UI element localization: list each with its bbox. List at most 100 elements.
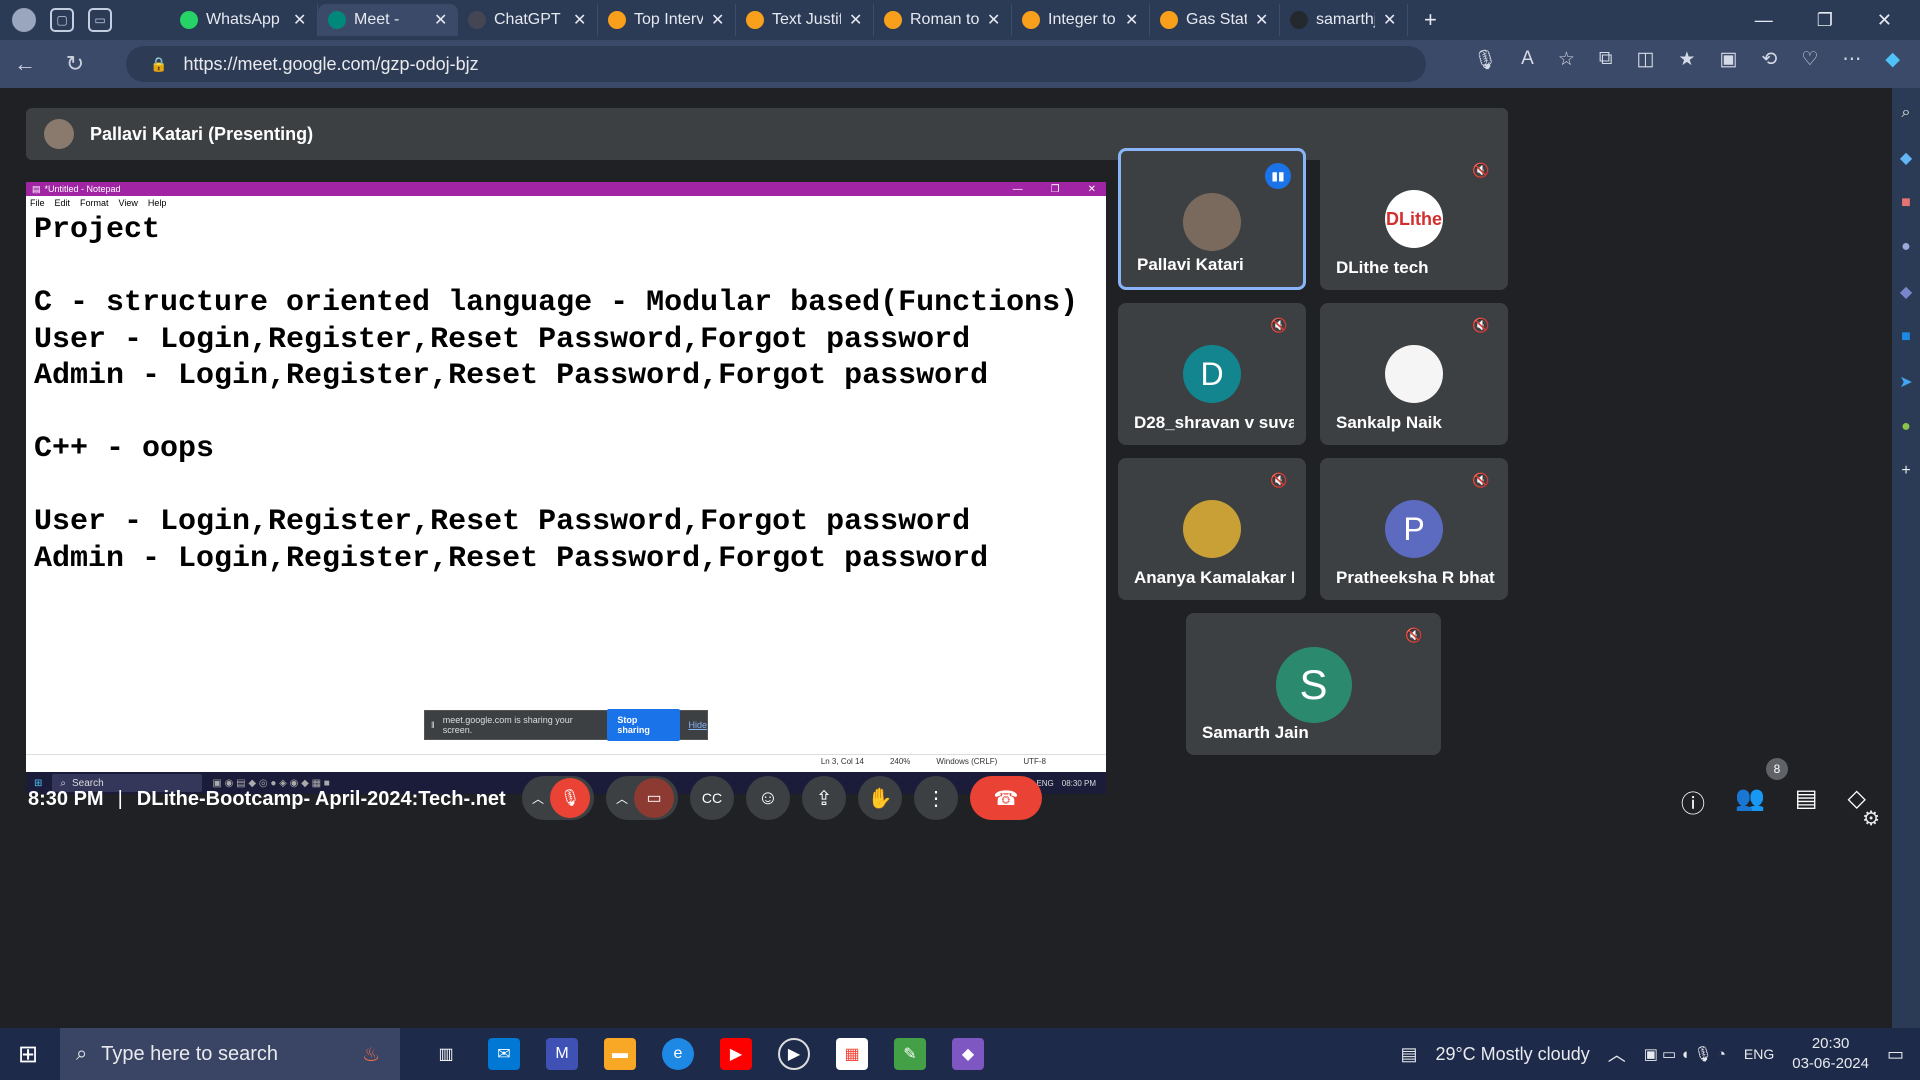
people-icon[interactable]: 👥 <box>1735 784 1765 819</box>
notepad-menu-item[interactable]: File <box>30 198 45 208</box>
address-bar-row: ← ↻ 🔒 https://meet.google.com/gzp-odoj-b… <box>0 40 1920 88</box>
close-tab-icon[interactable]: ✕ <box>293 10 307 30</box>
performance-icon[interactable]: ♡ <box>1801 48 1818 72</box>
camera-off-icon[interactable]: ▭ <box>634 778 674 818</box>
browser-tab[interactable]: ChatGPT ✕ <box>458 4 598 36</box>
browser-tab[interactable]: WhatsApp ✕ <box>170 4 318 36</box>
tab-actions-icon[interactable]: ▭ <box>88 8 112 32</box>
add-icon[interactable]: + <box>1901 462 1910 480</box>
search-icon[interactable]: ⌕ <box>1902 104 1911 122</box>
tree-icon[interactable]: ● <box>1901 418 1911 436</box>
close-tab-icon[interactable]: ✕ <box>711 10 725 30</box>
weather-icon[interactable]: ▤ <box>1400 1044 1417 1065</box>
editor-icon[interactable]: M <box>546 1038 578 1070</box>
read-aloud-icon[interactable]: A <box>1521 48 1534 72</box>
copilot-icon[interactable]: ◆ <box>1885 48 1900 72</box>
hide-link[interactable]: Hide <box>688 720 707 730</box>
more-options-icon[interactable]: ⋮ <box>914 776 958 820</box>
mic-icon[interactable]: 🎙 <box>1473 48 1497 72</box>
tag-icon[interactable]: ◆ <box>1900 148 1912 168</box>
info-icon[interactable]: ⓘ <box>1681 784 1705 819</box>
notes-icon[interactable]: ✎ <box>894 1038 926 1070</box>
favorite-star-icon[interactable]: ☆ <box>1558 48 1575 72</box>
language[interactable]: ENG <box>1744 1046 1774 1062</box>
browser-tab[interactable]: Roman to In ✕ <box>874 4 1012 36</box>
notepad-menu-item[interactable]: Help <box>148 198 167 208</box>
file-explorer-icon[interactable]: ▬ <box>604 1038 636 1070</box>
chevron-up-icon[interactable]: ︿ <box>616 790 628 807</box>
store-icon[interactable]: ▦ <box>836 1038 868 1070</box>
chevron-up-icon[interactable]: ︿ <box>532 790 544 807</box>
new-tab-icon[interactable]: + <box>1424 7 1437 33</box>
mail-icon[interactable]: ✉ <box>488 1038 520 1070</box>
close-tab-icon[interactable]: ✕ <box>987 10 1001 30</box>
back-icon[interactable]: ← <box>0 51 50 77</box>
close-tab-icon[interactable]: ✕ <box>1255 10 1269 30</box>
browser-tab[interactable]: Text Justifica ✕ <box>736 4 874 36</box>
minimize-icon[interactable]: — <box>1755 10 1773 31</box>
refresh-icon[interactable]: ↻ <box>50 51 100 77</box>
url-field[interactable]: 🔒 https://meet.google.com/gzp-odoj-bjz <box>126 46 1426 82</box>
browser-tab[interactable]: Meet - ✕ <box>318 4 458 36</box>
copilot-side-icon[interactable]: ◆ <box>1900 282 1912 302</box>
split-screen-icon[interactable]: ◫ <box>1636 48 1654 72</box>
clock[interactable]: 20:30 03-06-2024 <box>1792 1034 1869 1074</box>
emoji-icon[interactable]: ☺ <box>746 776 790 820</box>
mic-toggle[interactable]: ︿ 🎙 <box>522 776 594 820</box>
browser-tab[interactable]: Top Intervie ✕ <box>598 4 736 36</box>
browser-tab[interactable]: samarthjain ✕ <box>1280 4 1408 36</box>
lock-icon[interactable]: 🔒 <box>150 56 167 73</box>
close-tab-icon[interactable]: ✕ <box>849 10 863 30</box>
mic-off-icon[interactable]: 🎙 <box>550 778 590 818</box>
close-tab-icon[interactable]: ✕ <box>1125 10 1139 30</box>
browser-tab[interactable]: Gas Station ✕ <box>1150 4 1280 36</box>
chat-icon[interactable]: ▤ <box>1795 784 1818 819</box>
edge-icon[interactable]: e <box>662 1038 694 1070</box>
collections-icon[interactable]: ▣ <box>1719 48 1737 72</box>
close-window-icon[interactable]: ✕ <box>1877 10 1892 31</box>
profile-icon[interactable] <box>12 8 36 32</box>
tray-icons[interactable]: ▣ ▭ ◖ 🎙 ◔ <box>1644 1045 1726 1063</box>
favorites-icon[interactable]: ★ <box>1678 48 1695 72</box>
participant-tile[interactable]: Pallavi Katari ▮▮ <box>1118 148 1306 290</box>
notepad-menu-item[interactable]: View <box>119 198 138 208</box>
tray-chevron-icon[interactable]: ︿ <box>1608 1041 1626 1067</box>
present-screen-icon[interactable]: ⇪ <box>802 776 846 820</box>
notepad-menu-item[interactable]: Edit <box>55 198 71 208</box>
windows-search-box[interactable]: ⌕ Type here to search ♨ <box>60 1028 400 1080</box>
notepad-menu-item[interactable]: Format <box>80 198 109 208</box>
media-player-icon[interactable]: ▶ <box>778 1038 810 1070</box>
visual-studio-icon[interactable]: ◆ <box>952 1038 984 1070</box>
more-icon[interactable]: ⋯ <box>1842 48 1861 72</box>
restore-icon[interactable]: ❐ <box>1817 10 1833 31</box>
captions-icon[interactable]: CC <box>690 776 734 820</box>
close-tab-icon[interactable]: ✕ <box>1383 10 1397 30</box>
windows-start-icon[interactable]: ⊞ <box>18 1040 38 1069</box>
participant-tile[interactable]: S Samarth Jain 🔇 <box>1186 613 1441 755</box>
participant-tile[interactable]: Sankalp Naik 🔇 <box>1320 303 1508 445</box>
meet-controls-bar: 8:30 PM | DLithe-Bootcamp- April-2024:Te… <box>6 758 1886 848</box>
tools-icon[interactable]: ■ <box>1901 194 1911 212</box>
workspaces-icon[interactable]: ▢ <box>50 8 74 32</box>
participant-tile[interactable]: Ananya Kamalakar N... 🔇 <box>1118 458 1306 600</box>
extensions-icon[interactable]: ⧉ <box>1599 48 1613 72</box>
close-tab-icon[interactable]: ✕ <box>434 10 448 30</box>
leave-call-button[interactable]: ☎ <box>970 776 1042 820</box>
youtube-icon[interactable]: ▶ <box>720 1038 752 1070</box>
camera-toggle[interactable]: ︿ ▭ <box>606 776 678 820</box>
people-icon[interactable]: ● <box>1901 238 1911 256</box>
stop-sharing-button[interactable]: Stop sharing <box>607 709 681 741</box>
participant-tile[interactable]: P Pratheeksha R bhat 🔇 <box>1320 458 1508 600</box>
participant-tile[interactable]: D D28_shravan v suvar... 🔇 <box>1118 303 1306 445</box>
browser-tab[interactable]: Integer to R ✕ <box>1012 4 1150 36</box>
notifications-icon[interactable]: ▭ <box>1887 1044 1904 1065</box>
weather-text[interactable]: 29°C Mostly cloudy <box>1435 1044 1589 1065</box>
close-tab-icon[interactable]: ✕ <box>573 10 587 30</box>
participant-tile[interactable]: DLithe DLithe tech 🔇 <box>1320 148 1508 290</box>
raise-hand-icon[interactable]: ✋ <box>858 776 902 820</box>
send-icon[interactable]: ➤ <box>1899 372 1912 392</box>
outlook-icon[interactable]: ■ <box>1901 328 1911 346</box>
task-view-icon[interactable]: ▥ <box>430 1038 462 1070</box>
history-icon[interactable]: ⟲ <box>1761 48 1777 72</box>
settings-gear-icon[interactable]: ⚙ <box>1862 806 1880 831</box>
